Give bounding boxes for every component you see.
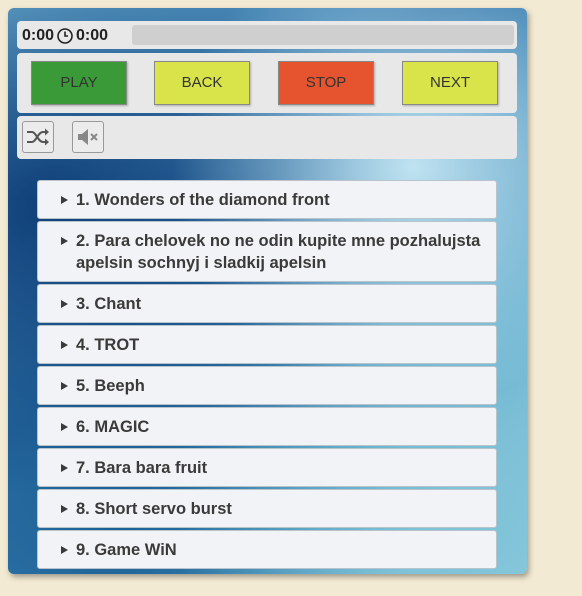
play-triangle-icon: [61, 341, 68, 349]
play-triangle-icon: [61, 300, 68, 308]
shuffle-icon: [27, 128, 49, 146]
playlist-item-label: 3. Chant: [76, 295, 142, 313]
playlist-item-label: 1. Wonders of the diamond front: [76, 191, 330, 209]
time-display: 0:00 0:00: [22, 27, 108, 45]
playlist-item[interactable]: 4. TROT: [37, 325, 497, 364]
music-player: 0:00 0:00 PLAY BACK STOP NEXT 1. Wonders…: [8, 8, 527, 574]
playlist-item-label: 5. Beeph: [76, 377, 145, 395]
clock-icon: [57, 28, 73, 44]
play-triangle-icon: [61, 423, 68, 431]
playlist-item[interactable]: 6. MAGIC: [37, 407, 497, 446]
progress-bar[interactable]: [132, 25, 514, 45]
playlist-item[interactable]: 2. Para chelovek no ne odin kupite mne p…: [37, 221, 497, 282]
next-button[interactable]: NEXT: [402, 61, 498, 105]
playlist-item-label: 2. Para chelovek no ne odin kupite mne p…: [76, 232, 481, 272]
time-bar: 0:00 0:00: [17, 21, 517, 49]
playlist-item-label: 9. Game WiN: [76, 541, 177, 559]
playlist-item[interactable]: 7. Bara bara fruit: [37, 448, 497, 487]
time-total: 0:00: [76, 27, 109, 44]
playlist-item-label: 7. Bara bara fruit: [76, 459, 208, 477]
speaker-muted-icon: [78, 129, 98, 145]
playlist-item[interactable]: 8. Short servo burst: [37, 489, 497, 528]
playlist-item[interactable]: 1. Wonders of the diamond front: [37, 180, 497, 219]
shuffle-button[interactable]: [22, 121, 54, 153]
playlist: 1. Wonders of the diamond front 2. Para c…: [37, 180, 497, 571]
stop-button[interactable]: STOP: [278, 61, 374, 105]
play-triangle-icon: [61, 196, 68, 204]
play-triangle-icon: [61, 505, 68, 513]
playlist-item[interactable]: 3. Chant: [37, 284, 497, 323]
play-triangle-icon: [61, 546, 68, 554]
back-button[interactable]: BACK: [154, 61, 250, 105]
playlist-item[interactable]: 5. Beeph: [37, 366, 497, 405]
playlist-item-label: 8. Short servo burst: [76, 500, 232, 518]
playlist-item[interactable]: 9. Game WiN: [37, 530, 497, 569]
play-triangle-icon: [61, 464, 68, 472]
play-button[interactable]: PLAY: [31, 61, 127, 105]
playlist-item-label: 6. MAGIC: [76, 418, 150, 436]
playback-controls: PLAY BACK STOP NEXT: [17, 53, 517, 113]
playlist-item-label: 4. TROT: [76, 336, 140, 354]
play-triangle-icon: [61, 382, 68, 390]
mute-button[interactable]: [72, 121, 104, 153]
toolbar: [17, 116, 517, 159]
time-current: 0:00: [22, 27, 55, 44]
play-triangle-icon: [61, 237, 68, 245]
